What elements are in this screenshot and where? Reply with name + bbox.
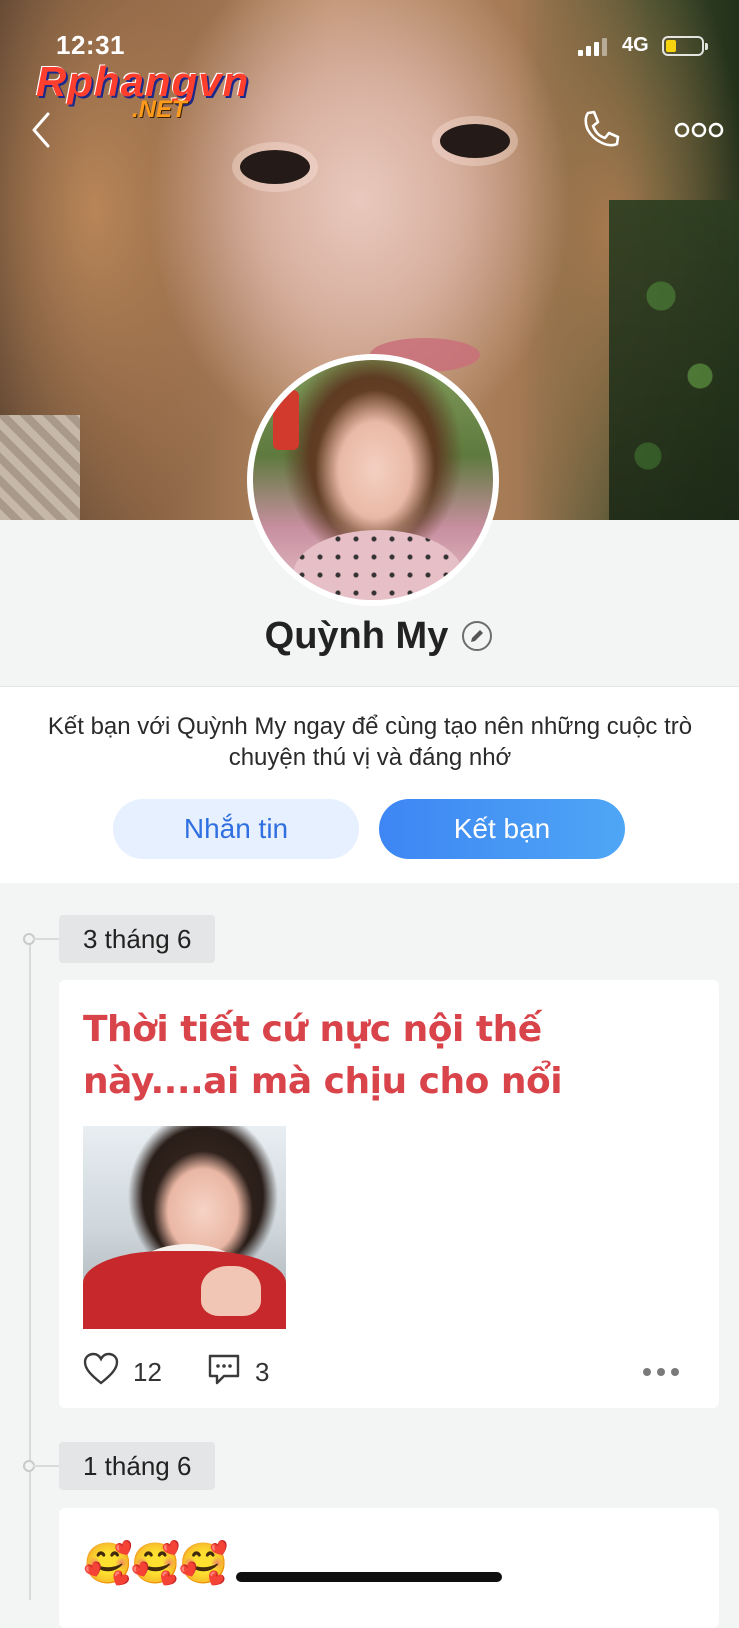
watermark-line2: .NET bbox=[132, 96, 187, 123]
more-horizontal-icon[interactable] bbox=[674, 118, 724, 142]
timeline-line bbox=[29, 940, 31, 1600]
cover-leaves bbox=[609, 200, 739, 520]
network-type: 4G bbox=[622, 34, 649, 56]
chevron-left-icon[interactable] bbox=[24, 110, 64, 150]
post-photo[interactable] bbox=[83, 1126, 286, 1329]
avatar-photo bbox=[253, 360, 493, 600]
post-card[interactable]: 🥰🥰🥰 bbox=[59, 1508, 719, 1628]
like-count: 12 bbox=[133, 1357, 162, 1387]
battery-icon bbox=[662, 36, 708, 56]
date-chip: 3 tháng 6 bbox=[59, 915, 216, 963]
avatar[interactable] bbox=[247, 354, 499, 606]
cover-plaid bbox=[0, 415, 80, 520]
post-text: Thời tiết cứ nực nội thế này....ai mà ch… bbox=[83, 1009, 563, 1102]
heart-icon bbox=[83, 1352, 119, 1393]
profile-name-row: Quỳnh My bbox=[0, 604, 739, 668]
watermark-logo: Rphangvn .NET bbox=[36, 58, 266, 128]
friend-prompt-message: Kết bạn với Quỳnh My ngay để cùng tạo nê… bbox=[47, 713, 693, 771]
profile-name: Quỳnh My bbox=[264, 614, 449, 657]
cover-eye-right bbox=[440, 124, 510, 158]
friend-request-card: Kết bạn với Quỳnh My ngay để cùng tạo nê… bbox=[0, 686, 739, 883]
message-button[interactable]: Nhắn tin bbox=[113, 799, 359, 859]
post-emoji-text: 🥰🥰🥰 bbox=[83, 1542, 228, 1586]
cover-eye-left bbox=[240, 150, 310, 184]
signal-icon bbox=[578, 38, 608, 56]
home-indicator[interactable] bbox=[236, 1572, 502, 1582]
more-dots-icon[interactable] bbox=[643, 1366, 683, 1378]
timeline-connector bbox=[33, 938, 61, 940]
like-button[interactable]: 12 bbox=[83, 1352, 162, 1393]
status-time: 12:31 bbox=[56, 30, 125, 60]
post-actions: 12 3 bbox=[83, 1352, 703, 1392]
comment-icon bbox=[207, 1352, 241, 1393]
comment-count: 3 bbox=[255, 1357, 270, 1387]
pencil-icon[interactable] bbox=[462, 621, 493, 651]
timeline-connector bbox=[33, 1465, 61, 1467]
phone-icon[interactable] bbox=[578, 108, 622, 152]
date-chip: 1 tháng 6 bbox=[59, 1442, 216, 1490]
add-friend-button[interactable]: Kết bạn bbox=[379, 799, 625, 859]
post-card[interactable]: Thời tiết cứ nực nội thế này....ai mà ch… bbox=[59, 980, 719, 1408]
comment-button[interactable]: 3 bbox=[207, 1352, 269, 1393]
